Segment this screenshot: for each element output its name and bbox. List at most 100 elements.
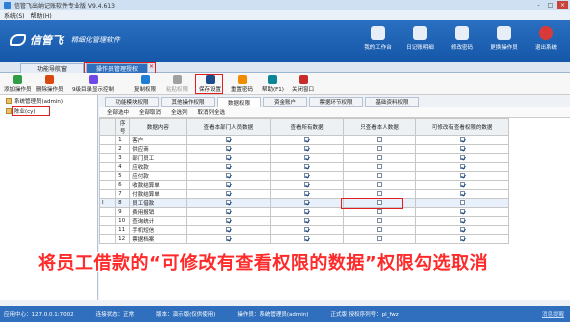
permission-checkbox[interactable] (459, 172, 465, 178)
permission-checkbox[interactable] (225, 181, 231, 187)
permission-checkbox[interactable] (225, 226, 231, 232)
table-row[interactable]: 12 票据档案 (98, 234, 509, 244)
message-reminder-link[interactable]: 消息提醒 (542, 310, 564, 318)
permission-checkbox[interactable] (225, 136, 231, 142)
delete-operator-button[interactable]: 删除操作员 (36, 75, 64, 93)
permission-checkbox[interactable] (225, 217, 231, 223)
permission-checkbox[interactable] (304, 235, 310, 241)
table-row[interactable]: 9 费用报销 (98, 207, 509, 217)
dir-control-button[interactable]: 9级目录显示控制 (72, 75, 114, 93)
tab-base-data[interactable]: 基础资料权限 (365, 97, 419, 107)
table-row[interactable]: 1 客户 (98, 135, 509, 145)
permission-checkbox[interactable] (304, 145, 310, 151)
header-dept-data: 查看本部门人员数据 (185, 118, 272, 136)
workbench-button[interactable]: 我的工作台 (362, 26, 394, 51)
copy-permission-button[interactable]: 复制权限 (134, 75, 156, 93)
permission-checkbox[interactable] (304, 172, 310, 178)
permission-checkbox[interactable] (225, 235, 231, 241)
cancel-all-button[interactable]: 全部取消 (139, 108, 161, 116)
row-data-content: 应付款 (129, 171, 187, 181)
table-row[interactable]: 10 查询统计 (98, 216, 509, 226)
permission-checkbox[interactable] (377, 235, 383, 241)
tab-fund-account[interactable]: 资金账户 (263, 97, 307, 107)
permission-cell (185, 234, 272, 244)
permission-checkbox[interactable] (304, 217, 310, 223)
permission-checkbox[interactable] (304, 208, 310, 214)
close-button[interactable]: × (557, 1, 568, 9)
table-row[interactable]: 4 应收款 (98, 162, 509, 172)
permission-checkbox[interactable] (377, 172, 383, 178)
permission-checkbox[interactable] (225, 163, 231, 169)
tab-other-ops[interactable]: 其他操作权限 (161, 97, 215, 107)
permission-checkbox[interactable] (459, 190, 465, 196)
permission-checkbox[interactable] (459, 136, 465, 142)
switch-operator-button[interactable]: 更换操作员 (488, 26, 520, 51)
permission-checkbox[interactable] (459, 217, 465, 223)
permission-checkbox[interactable] (304, 226, 310, 232)
table-row[interactable]: I 8 员工借款 (98, 198, 509, 208)
paste-permission-button[interactable]: 粘贴权限 (166, 75, 188, 93)
permission-checkbox[interactable] (225, 145, 231, 151)
permission-checkbox[interactable] (377, 136, 383, 142)
permission-checkbox[interactable] (304, 163, 310, 169)
tab-navigation[interactable]: 功能导航窗 (20, 63, 84, 73)
minimize-button[interactable]: - (533, 1, 544, 9)
close-window-button[interactable]: 关闭窗口 (292, 75, 314, 93)
permission-checkbox[interactable] (225, 190, 231, 196)
tab-function-module[interactable]: 功能模块权限 (105, 97, 159, 107)
header-index: 序号 (115, 118, 131, 136)
permission-checkbox[interactable] (304, 154, 310, 160)
row-marker (98, 180, 117, 190)
table-row[interactable]: 11 手机短信 (98, 225, 509, 235)
change-password-button[interactable]: 修改密码 (446, 26, 478, 51)
permission-checkbox[interactable] (377, 145, 383, 151)
permission-checkbox[interactable] (459, 145, 465, 151)
row-marker (98, 144, 117, 154)
reset-password-button[interactable]: 重置密码 (231, 75, 253, 93)
table-row[interactable]: 3 部门员工 (98, 153, 509, 163)
permission-checkbox[interactable] (459, 235, 465, 241)
ledger-detail-button[interactable]: 日记账明细 (404, 26, 436, 51)
permission-checkbox[interactable] (304, 199, 310, 205)
permission-checkbox[interactable] (459, 208, 465, 214)
add-operator-button[interactable]: 添加操作员 (4, 75, 32, 93)
cancel-column-button[interactable]: 取消列全选 (198, 108, 226, 116)
permission-checkbox[interactable] (377, 208, 383, 214)
permission-checkbox[interactable] (225, 208, 231, 214)
tree-item-admin[interactable]: 系统管理员(admin) (6, 97, 63, 105)
permission-checkbox[interactable] (377, 154, 383, 160)
permission-checkbox[interactable] (377, 181, 383, 187)
table-row[interactable]: 5 应付款 (98, 171, 509, 181)
tab-bill-permission[interactable]: 票据环节权限 (309, 97, 363, 107)
permission-checkbox[interactable] (225, 172, 231, 178)
row-marker (98, 234, 117, 244)
table-row[interactable]: 2 供应商 (98, 144, 509, 154)
permission-checkbox[interactable] (304, 136, 310, 142)
permission-cell (185, 162, 272, 172)
permission-cell (342, 216, 417, 226)
permission-checkbox[interactable] (377, 217, 383, 223)
table-row[interactable]: 7 付款结算单 (98, 189, 509, 199)
permission-checkbox[interactable] (377, 190, 383, 196)
tab-data-permission[interactable]: 数据权限 (217, 97, 261, 107)
select-column-button[interactable]: 全选列 (171, 108, 188, 116)
permission-checkbox[interactable] (459, 181, 465, 187)
permission-checkbox[interactable] (304, 181, 310, 187)
permission-cell (342, 162, 417, 172)
select-all-button[interactable]: 全部选中 (107, 108, 129, 116)
table-row[interactable]: 6 收款结算单 (98, 180, 509, 190)
menu-system[interactable]: 系统(S) (4, 11, 25, 20)
permission-checkbox[interactable] (225, 154, 231, 160)
permission-checkbox[interactable] (225, 199, 231, 205)
permission-checkbox[interactable] (459, 154, 465, 160)
permission-checkbox[interactable] (459, 199, 465, 205)
permission-checkbox[interactable] (459, 226, 465, 232)
permission-checkbox[interactable] (377, 163, 383, 169)
permission-checkbox[interactable] (459, 163, 465, 169)
permission-checkbox[interactable] (377, 226, 383, 232)
menu-help[interactable]: 帮助(H) (31, 11, 52, 20)
permission-checkbox[interactable] (304, 190, 310, 196)
maximize-button[interactable]: □ (545, 1, 556, 9)
help-button[interactable]: 帮助(F1) (262, 75, 284, 93)
exit-button[interactable]: 退出系统 (530, 26, 562, 51)
